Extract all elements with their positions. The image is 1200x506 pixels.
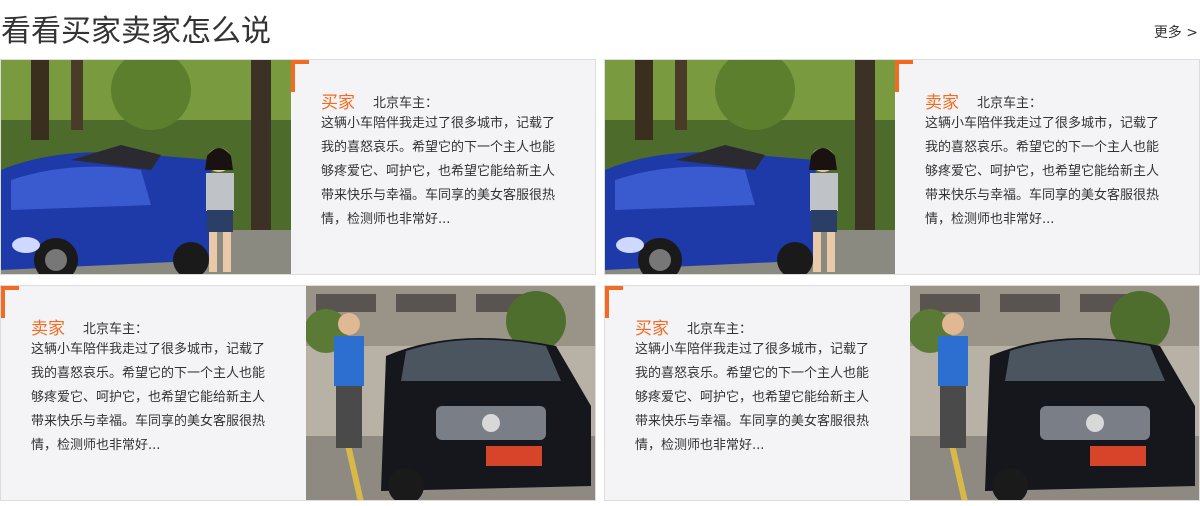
- review-card[interactable]: 买家 北京车主： 这辆小车陪伴我走过了很多城市，记载了我的喜怒哀乐。希望它的下一…: [0, 59, 596, 275]
- corner-accent-icon: [291, 60, 309, 92]
- review-card[interactable]: 卖家 北京车主： 这辆小车陪伴我走过了很多城市，记载了我的喜怒哀乐。希望它的下一…: [604, 59, 1200, 275]
- review-role: 买家: [321, 93, 355, 113]
- section-title: 看看买家卖家怎么说: [1, 14, 271, 49]
- woman-with-blue-convertible-image: [1, 60, 291, 274]
- review-role: 卖家: [31, 319, 65, 339]
- review-text-panel: 买家 北京车主： 这辆小车陪伴我走过了很多城市，记载了我的喜怒哀乐。希望它的下一…: [291, 60, 591, 274]
- man-with-black-sedan-image: [910, 286, 1199, 500]
- review-owner: 北京车主：: [687, 322, 753, 337]
- review-role: 卖家: [925, 93, 959, 113]
- review-card[interactable]: 卖家 北京车主： 这辆小车陪伴我走过了很多城市，记载了我的喜怒哀乐。希望它的下一…: [0, 285, 596, 501]
- review-card[interactable]: 买家 北京车主： 这辆小车陪伴我走过了很多城市，记载了我的喜怒哀乐。希望它的下一…: [604, 285, 1200, 501]
- review-photo: [306, 286, 595, 500]
- corner-accent-icon: [895, 60, 913, 92]
- review-text-panel: 卖家 北京车主： 这辆小车陪伴我走过了很多城市，记载了我的喜怒哀乐。希望它的下一…: [1, 286, 301, 500]
- review-owner: 北京车主：: [83, 322, 149, 337]
- woman-with-blue-convertible-image: [605, 60, 895, 274]
- corner-accent-icon: [1, 286, 19, 318]
- review-text-panel: 卖家 北京车主： 这辆小车陪伴我走过了很多城市，记载了我的喜怒哀乐。希望它的下一…: [895, 60, 1195, 274]
- review-text-panel: 买家 北京车主： 这辆小车陪伴我走过了很多城市，记载了我的喜怒哀乐。希望它的下一…: [605, 286, 905, 500]
- review-body: 这辆小车陪伴我走过了很多城市，记载了我的喜怒哀乐。希望它的下一个主人也能够疼爱它…: [925, 116, 1160, 227]
- review-body: 这辆小车陪伴我走过了很多城市，记载了我的喜怒哀乐。希望它的下一个主人也能够疼爱它…: [635, 342, 870, 453]
- review-role: 买家: [635, 319, 669, 339]
- review-photo: [605, 60, 895, 274]
- review-photo: [1, 60, 291, 274]
- more-link[interactable]: 更多 >: [1154, 22, 1198, 42]
- review-body: 这辆小车陪伴我走过了很多城市，记载了我的喜怒哀乐。希望它的下一个主人也能够疼爱它…: [31, 342, 266, 453]
- review-owner: 北京车主：: [373, 96, 439, 111]
- review-photo: [910, 286, 1199, 500]
- review-owner: 北京车主：: [977, 96, 1043, 111]
- man-with-black-sedan-image: [306, 286, 595, 500]
- section-header: 看看买家卖家怎么说 更多 >: [0, 0, 1200, 60]
- review-body: 这辆小车陪伴我走过了很多城市，记载了我的喜怒哀乐。希望它的下一个主人也能够疼爱它…: [321, 116, 556, 227]
- corner-accent-icon: [605, 286, 623, 318]
